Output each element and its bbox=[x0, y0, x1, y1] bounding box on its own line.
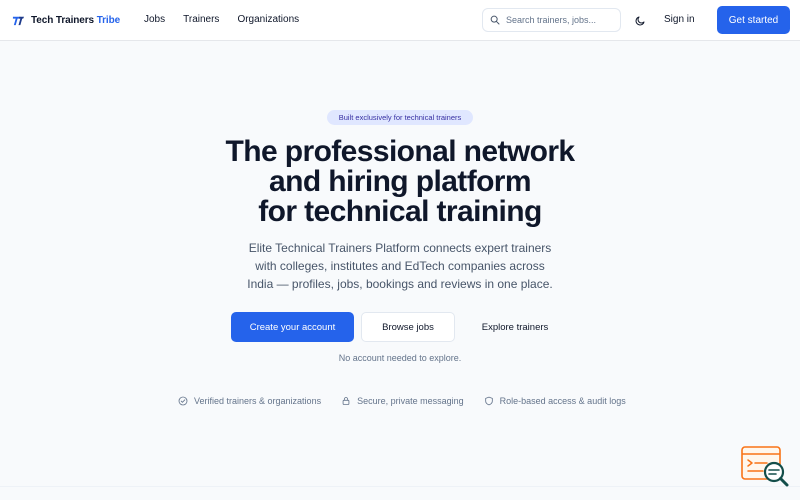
section-divider bbox=[0, 486, 800, 487]
search-input[interactable] bbox=[506, 15, 616, 25]
top-header: Tech Trainers Tribe Jobs Trainers Organi… bbox=[0, 0, 800, 41]
main-nav: Jobs Trainers Organizations bbox=[144, 14, 299, 26]
nav-link-organizations[interactable]: Organizations bbox=[237, 14, 299, 26]
search-icon bbox=[490, 15, 500, 25]
hero-subtitle: Elite Technical Trainers Platform connec… bbox=[235, 239, 565, 293]
code-search-icon bbox=[741, 446, 789, 487]
hero-title: The professional network and hiring plat… bbox=[150, 137, 650, 227]
feature-item: Role-based access & audit logs bbox=[484, 396, 626, 406]
sign-in-link[interactable]: Sign in bbox=[664, 14, 695, 25]
create-account-button[interactable]: Create your account bbox=[231, 312, 354, 342]
explore-trainers-button[interactable]: Explore trainers bbox=[465, 312, 565, 342]
nav-link-jobs[interactable]: Jobs bbox=[144, 14, 165, 26]
feature-item: Verified trainers & organizations bbox=[178, 396, 321, 406]
hero-badge: Built exclusively for technical trainers bbox=[327, 110, 473, 125]
feature-item: Secure, private messaging bbox=[341, 396, 464, 406]
brand-logo[interactable]: Tech Trainers Tribe bbox=[12, 12, 120, 28]
lock-icon bbox=[342, 397, 350, 405]
brand-name-part1: Tech Trainers bbox=[31, 14, 94, 26]
hero-title-line: and hiring platform bbox=[269, 165, 532, 198]
theme-toggle-button[interactable] bbox=[630, 10, 650, 30]
brand-name-part2: Tribe bbox=[96, 14, 121, 26]
feature-label: Verified trainers & organizations bbox=[194, 396, 322, 406]
check-circle-icon bbox=[178, 396, 188, 406]
hero-subtitle-line: Elite Technical Trainers Platform connec… bbox=[248, 241, 552, 255]
feature-list: Verified trainers & organizations Secure… bbox=[178, 395, 626, 407]
brand-mark-icon bbox=[12, 16, 25, 25]
no-account-note: No account needed to explore. bbox=[338, 353, 462, 363]
nav-link-trainers[interactable]: Trainers bbox=[183, 14, 219, 26]
get-started-button[interactable]: Get started bbox=[717, 6, 790, 34]
brand-name: Tech Trainers Tribe bbox=[31, 15, 120, 26]
feature-label: Secure, private messaging bbox=[357, 396, 464, 406]
search-box[interactable] bbox=[482, 8, 621, 32]
feedback-widget[interactable] bbox=[741, 446, 791, 488]
hero-subtitle-line: India — profiles, jobs, bookings and rev… bbox=[247, 277, 553, 291]
moon-icon bbox=[635, 16, 644, 25]
hero-title-line: The professional network bbox=[225, 135, 576, 168]
hero-title-line: for technical training bbox=[258, 195, 542, 228]
shield-icon bbox=[484, 396, 493, 406]
hero-subtitle-line: with colleges, institutes and EdTech com… bbox=[255, 259, 545, 273]
browse-jobs-button[interactable]: Browse jobs bbox=[361, 312, 455, 342]
feature-label: Role-based access & audit logs bbox=[499, 396, 626, 406]
